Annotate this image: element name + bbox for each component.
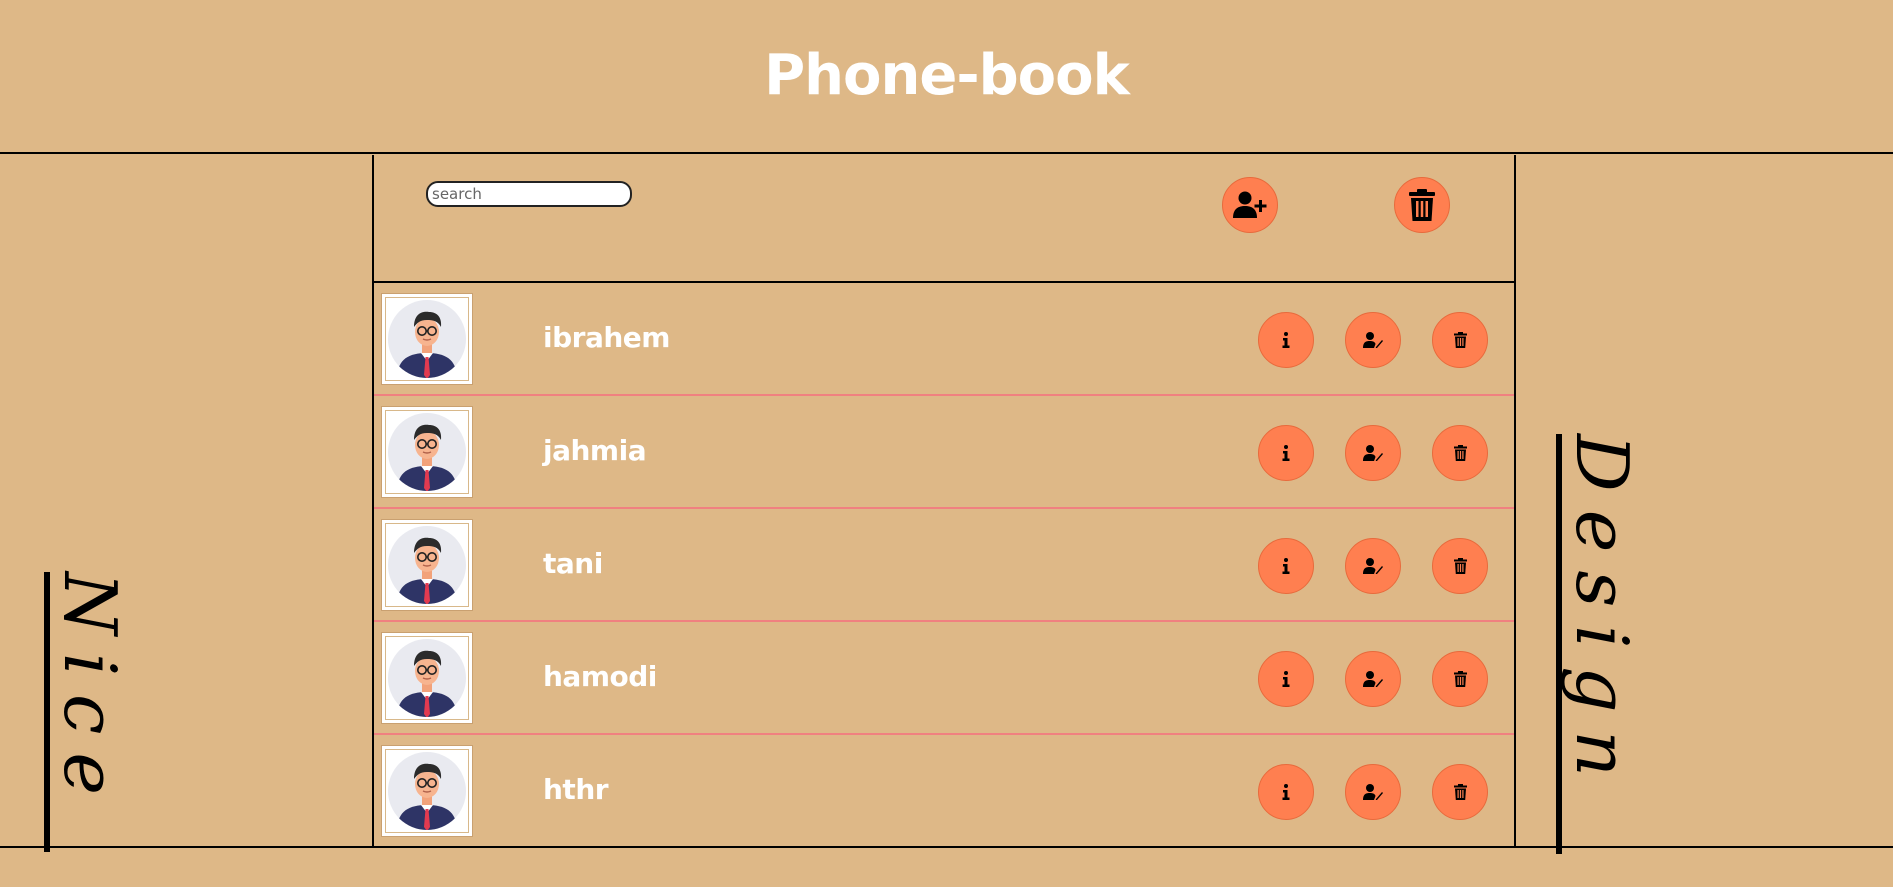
footer-divider [0, 846, 1893, 848]
contact-info-button[interactable] [1258, 651, 1314, 707]
contact-info-button[interactable] [1258, 425, 1314, 481]
avatar-icon [388, 300, 466, 378]
side-left-text: Nice [48, 572, 132, 813]
user-edit-icon [1363, 784, 1383, 800]
search-input[interactable] [426, 181, 632, 207]
info-icon [1282, 671, 1290, 687]
trash-icon [1453, 558, 1467, 574]
trash-icon [1453, 784, 1467, 800]
side-decoration-right: Design [1556, 434, 1644, 854]
contact-info-button[interactable] [1258, 312, 1314, 368]
info-icon [1282, 445, 1290, 461]
contact-edit-button[interactable] [1345, 651, 1401, 707]
contact-name: hthr [543, 773, 609, 806]
contact-name: tani [543, 547, 603, 580]
delete-all-button[interactable] [1394, 177, 1450, 233]
contact-delete-button[interactable] [1432, 651, 1488, 707]
info-icon [1282, 558, 1290, 574]
contact-avatar [381, 406, 473, 498]
contacts-panel: ibrahem jahmia tani [372, 155, 1516, 848]
contact-edit-button[interactable] [1345, 764, 1401, 820]
contact-name: ibrahem [543, 321, 670, 354]
user-edit-icon [1363, 332, 1383, 348]
user-edit-icon [1363, 445, 1383, 461]
contact-avatar [381, 293, 473, 385]
side-right-text: Design [1560, 434, 1644, 795]
contact-row: hthr [374, 737, 1514, 848]
contact-edit-button[interactable] [1345, 425, 1401, 481]
contact-info-button[interactable] [1258, 764, 1314, 820]
contact-avatar [381, 519, 473, 611]
avatar-icon [388, 413, 466, 491]
contact-avatar [381, 745, 473, 837]
user-edit-icon [1363, 671, 1383, 687]
page-header: Phone-book [0, 0, 1893, 154]
trash-icon [1409, 189, 1435, 221]
trash-icon [1453, 445, 1467, 461]
trash-icon [1453, 332, 1467, 348]
avatar-icon [388, 639, 466, 717]
contact-edit-button[interactable] [1345, 538, 1401, 594]
user-plus-icon [1233, 191, 1267, 218]
info-icon [1282, 784, 1290, 800]
contact-delete-button[interactable] [1432, 425, 1488, 481]
contact-delete-button[interactable] [1432, 538, 1488, 594]
contact-info-button[interactable] [1258, 538, 1314, 594]
page-title: Phone-book [764, 42, 1130, 108]
contact-edit-button[interactable] [1345, 312, 1401, 368]
avatar-icon [388, 526, 466, 604]
contact-delete-button[interactable] [1432, 312, 1488, 368]
user-edit-icon [1363, 558, 1383, 574]
contact-row: jahmia [374, 398, 1514, 509]
side-decoration-left: Nice [44, 572, 132, 852]
contact-row: hamodi [374, 624, 1514, 735]
add-contact-button[interactable] [1222, 177, 1278, 233]
info-icon [1282, 332, 1290, 348]
contact-avatar [381, 632, 473, 724]
trash-icon [1453, 671, 1467, 687]
contact-row: tani [374, 511, 1514, 622]
contact-delete-button[interactable] [1432, 764, 1488, 820]
contact-name: jahmia [543, 434, 647, 467]
contact-row: ibrahem [374, 285, 1514, 396]
avatar-icon [388, 752, 466, 830]
contact-name: hamodi [543, 660, 657, 693]
toolbar [374, 155, 1514, 283]
